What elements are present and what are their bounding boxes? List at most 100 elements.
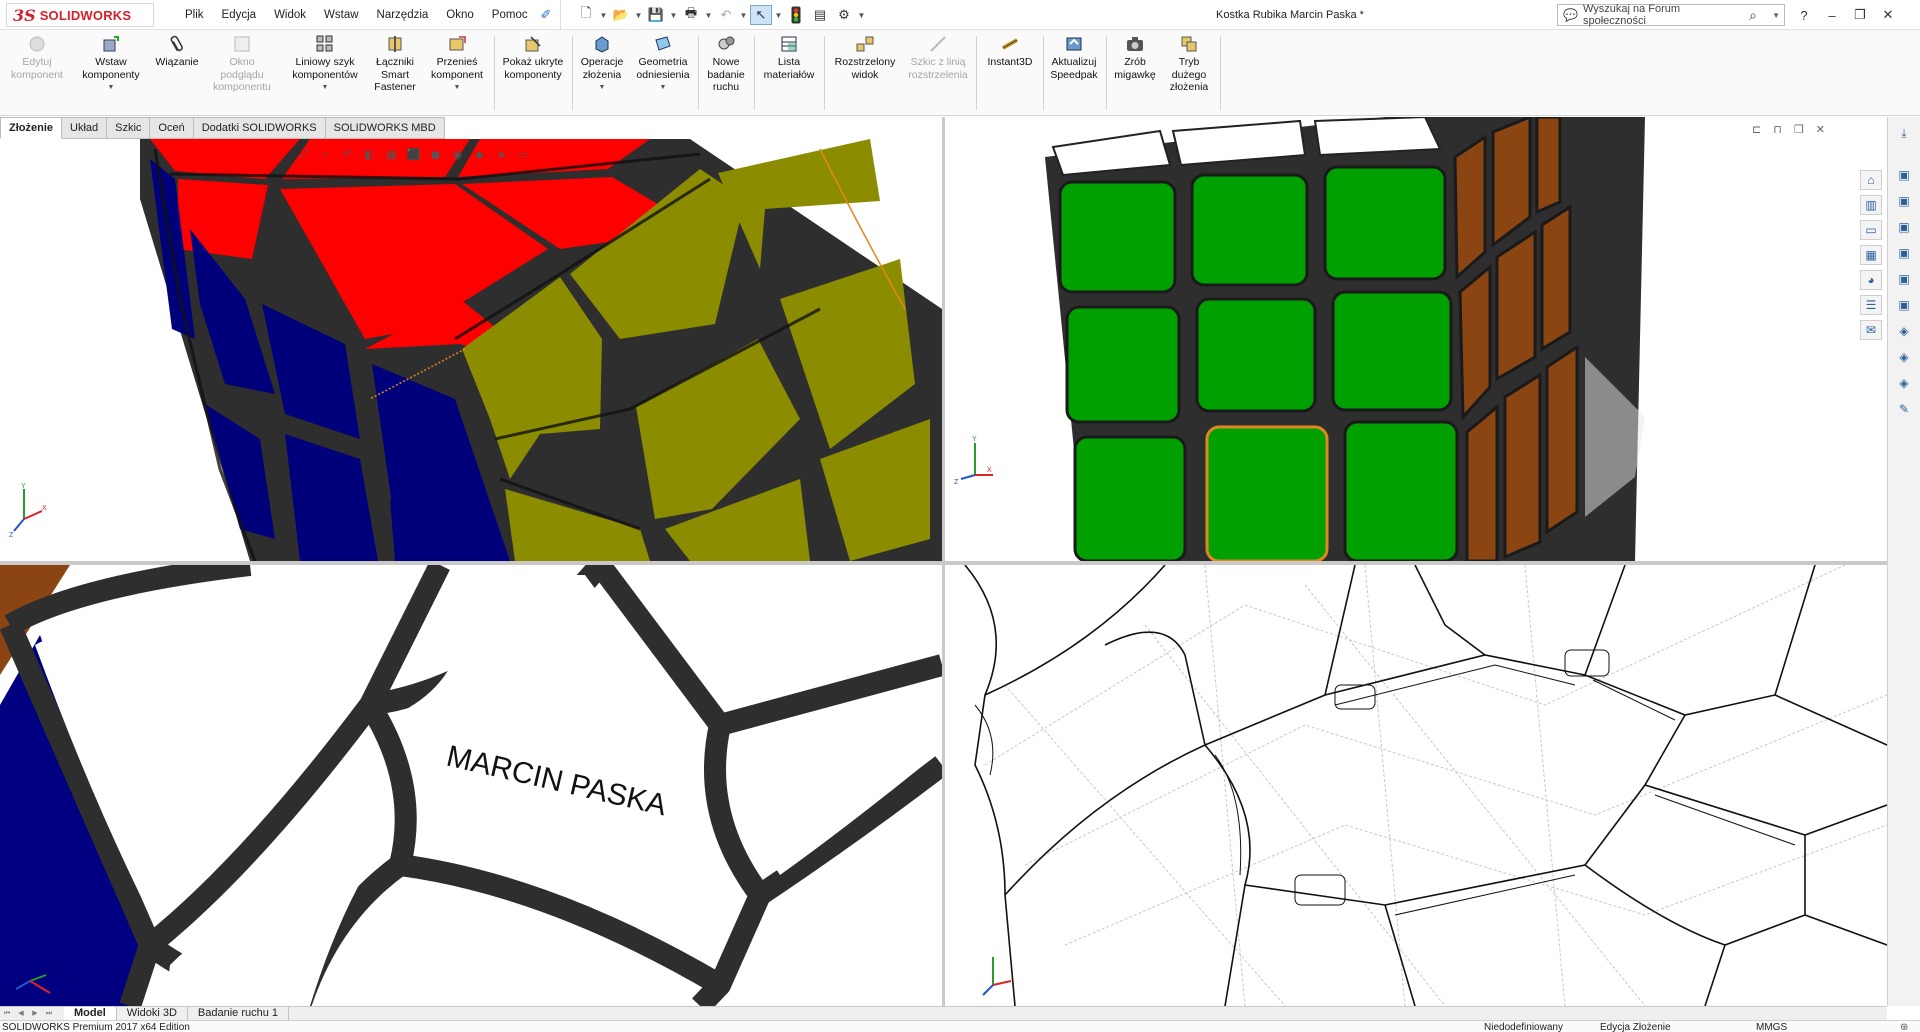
menu-item-wstaw[interactable]: Wstaw — [315, 9, 368, 21]
print-icon[interactable]: 🖶 — [680, 5, 702, 25]
zoom-to-area-icon[interactable]: ⌕ — [317, 146, 334, 162]
menu-item-narzedzia[interactable]: Narzędzia — [368, 9, 438, 21]
tab-szkic[interactable]: Szkic — [107, 117, 151, 139]
view-orientation-icon[interactable]: ⬛ — [405, 146, 422, 162]
menu-item-okno[interactable]: Okno — [437, 9, 483, 21]
search-input[interactable]: Wyszukaj na Forum społeczności — [1583, 3, 1744, 27]
previous-view-icon[interactable]: ↶ — [339, 146, 356, 162]
chevron-down-icon[interactable]: ▼ — [599, 5, 608, 25]
bill-of-materials-button[interactable]: Lista materiałów — [758, 34, 820, 81]
update-speedpak-button[interactable]: Aktualizuj Speedpak — [1046, 34, 1102, 81]
chevron-down-icon[interactable]: ▼ — [704, 5, 713, 25]
mate-button[interactable]: Wiązanie — [152, 34, 202, 69]
show-hidden-components-button[interactable]: Pokaż ukryte komponenty — [498, 34, 568, 81]
instant3d-button[interactable]: Instant3D — [980, 34, 1040, 69]
large-assembly-mode-button[interactable]: Tryb dużego złożenia — [1162, 34, 1216, 94]
custom-properties-icon[interactable]: ☰ — [1860, 295, 1882, 315]
view-isometric-cube-icon[interactable]: ◈ — [1894, 321, 1914, 341]
new-document-icon[interactable]: 🗋 — [575, 5, 597, 25]
viewport-horizontal-splitter[interactable] — [0, 561, 1887, 565]
view-trimetric-cube-icon[interactable]: ◈ — [1894, 347, 1914, 367]
chevron-down-icon[interactable]: ▼ — [108, 82, 115, 95]
explode-line-sketch-button[interactable]: Szkic z linią rozstrzelenia — [904, 34, 972, 81]
view-front-cube-icon[interactable]: ▣ — [1894, 165, 1914, 185]
view-settings-icon[interactable]: ▭ — [515, 146, 532, 162]
restore-icon[interactable]: ❐ — [1794, 123, 1804, 136]
view-top-cube-icon[interactable]: ▣ — [1894, 269, 1914, 289]
view-back-cube-icon[interactable]: ▣ — [1894, 191, 1914, 211]
status-units[interactable]: MMGS — [1756, 1021, 1787, 1032]
view-bottom-cube-icon[interactable]: ▣ — [1894, 295, 1914, 315]
last-tab-icon[interactable]: ⏭ — [42, 1008, 56, 1020]
viewport-layout-icon[interactable]: ⊓ — [1773, 123, 1782, 136]
view-palette-icon[interactable]: ▦ — [1860, 245, 1882, 265]
move-component-button[interactable]: Przenieś komponent ▼ — [424, 34, 490, 95]
open-folder-icon[interactable]: 📂 — [610, 5, 632, 25]
next-tab-icon[interactable]: ▶ — [28, 1008, 42, 1020]
minimize-icon[interactable]: – — [1818, 8, 1846, 23]
chevron-down-icon[interactable]: ▼ — [660, 82, 667, 95]
hide-show-items-icon[interactable]: ◉ — [449, 146, 466, 162]
zoom-to-fit-icon[interactable]: ⤢ — [295, 146, 312, 162]
chevron-down-icon[interactable]: ▼ — [454, 82, 461, 95]
restore-icon[interactable]: ❐ — [1846, 7, 1874, 23]
options-gear-icon[interactable]: ⚙ — [833, 5, 855, 25]
solidworks-resources-home-icon[interactable]: ⌂ — [1860, 170, 1882, 190]
menu-item-edycja[interactable]: Edycja — [213, 9, 266, 21]
insert-components-button[interactable]: Wstaw komponenty ▼ — [72, 34, 150, 95]
take-snapshot-button[interactable]: Zrób migawkę — [1110, 34, 1160, 81]
view-left-cube-icon[interactable]: ▣ — [1894, 217, 1914, 237]
search-icon[interactable]: ⌕ — [1749, 7, 1767, 24]
chevron-down-icon[interactable]: ▼ — [774, 5, 783, 25]
chevron-down-icon[interactable]: ▼ — [634, 5, 643, 25]
save-icon[interactable]: 💾 — [645, 5, 667, 25]
tab-badanie-ruchu-1[interactable]: Badanie ruchu 1 — [188, 1006, 290, 1021]
chevron-down-icon[interactable]: ▼ — [857, 5, 866, 25]
tab-dodatki-solidworks[interactable]: Dodatki SOLIDWORKS — [193, 117, 326, 139]
file-explorer-icon[interactable]: ▭ — [1860, 220, 1882, 240]
assembly-features-button[interactable]: Operacje złożenia ▼ — [576, 34, 628, 95]
close-icon[interactable]: ✕ — [1816, 123, 1825, 136]
tab-ocen[interactable]: Oceń — [150, 117, 194, 139]
new-motion-study-button[interactable]: Nowe badanie ruchu — [702, 34, 750, 94]
component-preview-window-button[interactable]: Okno podglądu komponentu — [206, 34, 278, 94]
tab-uklad[interactable]: Układ — [62, 117, 108, 139]
undo-icon[interactable]: ↶ — [715, 5, 737, 25]
chevron-down-icon[interactable]: ▼ — [599, 82, 606, 95]
rebuild-traffic-light-icon[interactable] — [785, 5, 807, 25]
linear-component-pattern-button[interactable]: Liniowy szyk komponentów ▼ — [284, 34, 366, 95]
measure-icon[interactable]: ✎ — [1894, 399, 1914, 419]
appearances-scenes-icon[interactable]: ◕ — [1860, 270, 1882, 290]
solidworks-forum-icon[interactable]: ✉ — [1860, 320, 1882, 340]
chevron-down-icon[interactable]: ▼ — [669, 5, 678, 25]
exploded-view-button[interactable]: Rozstrzelony widok — [828, 34, 902, 81]
chevron-down-icon[interactable]: ▼ — [322, 82, 329, 95]
viewport-link-icon[interactable]: ⊏ — [1752, 123, 1761, 136]
viewport-bottom-left[interactable]: MARCIN PASKA — [0, 565, 942, 1006]
edit-component-button[interactable]: Edytuj komponent — [6, 34, 68, 81]
display-style-icon[interactable]: ◼ — [427, 146, 444, 162]
design-library-icon[interactable]: ▥ — [1860, 195, 1882, 215]
viewport-top-right[interactable]: Y X Z — [945, 117, 1887, 561]
file-properties-icon[interactable]: ▤ — [809, 5, 831, 25]
tab-zlozenie[interactable]: Złożenie — [0, 117, 63, 139]
tab-solidworks-mbd[interactable]: SOLIDWORKS MBD — [325, 117, 445, 139]
chevron-down-icon[interactable]: ▼ — [739, 5, 748, 25]
menu-item-widok[interactable]: Widok — [265, 9, 315, 21]
menu-item-pomoc[interactable]: Pomoc — [483, 9, 537, 21]
task-pane-collapse-icon[interactable]: ⤓ — [1894, 123, 1914, 143]
smart-fasteners-button[interactable]: Łączniki Smart Fastener — [370, 34, 420, 94]
select-pointer-icon[interactable]: ↖ — [750, 5, 772, 25]
chevron-down-icon[interactable]: ▼ — [1772, 11, 1784, 20]
dynamic-annotation-icon[interactable]: ▦ — [383, 146, 400, 162]
menu-item-plik[interactable]: Plik — [176, 9, 213, 21]
section-view-icon[interactable]: ◧ — [361, 146, 378, 162]
viewport-bottom-right[interactable] — [945, 565, 1887, 1006]
solidworks-logo[interactable]: 3S SOLIDWORKS — [6, 3, 154, 27]
prev-tab-icon[interactable]: ◀ — [14, 1008, 28, 1020]
close-icon[interactable]: ✕ — [1874, 7, 1902, 23]
tab-widoki-3d[interactable]: Widoki 3D — [117, 1006, 188, 1021]
tab-model[interactable]: Model — [64, 1006, 117, 1021]
reference-geometry-button[interactable]: Geometria odniesienia ▼ — [632, 34, 694, 95]
pin-icon[interactable]: ✐ — [535, 5, 557, 25]
